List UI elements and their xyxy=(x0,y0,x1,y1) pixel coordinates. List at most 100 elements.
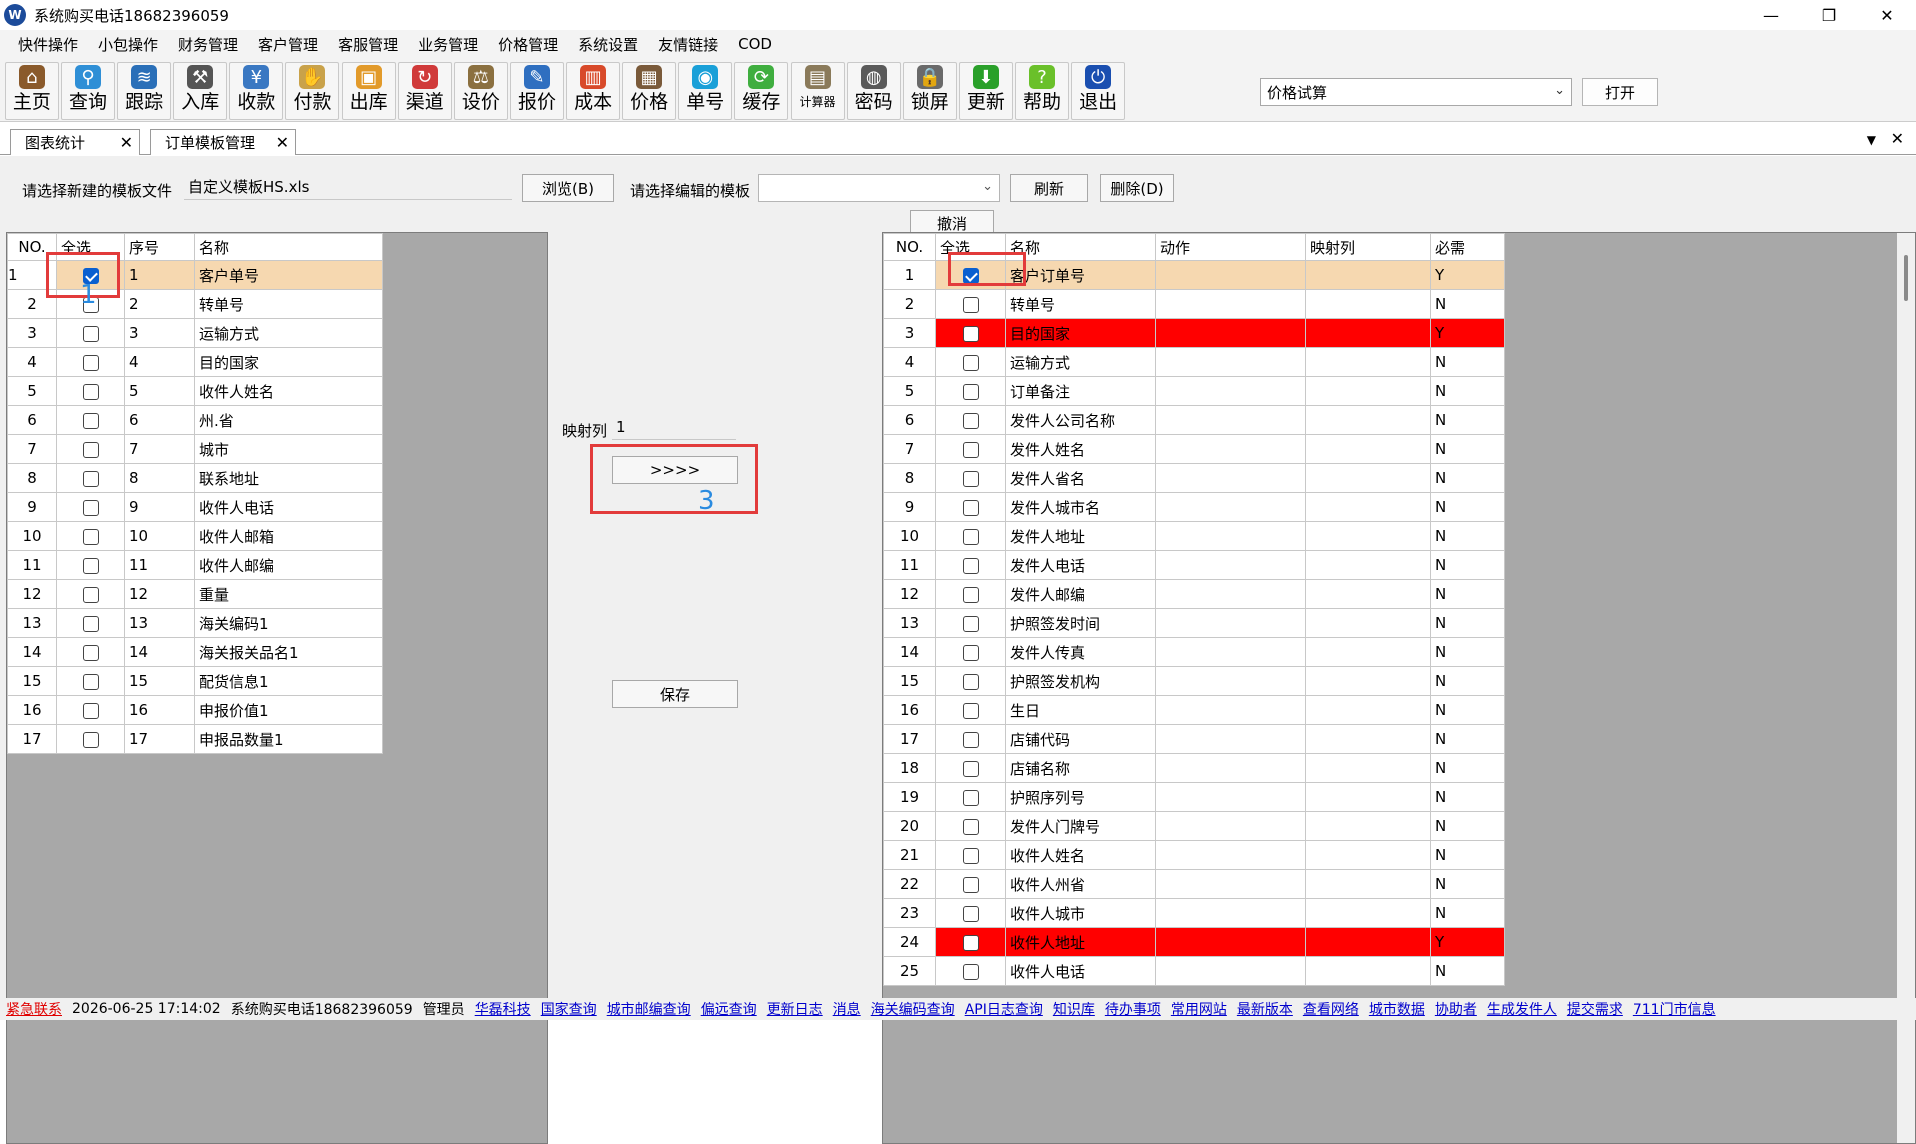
row-checkbox[interactable] xyxy=(962,934,979,951)
table-row[interactable]: 10 10 收件人邮箱 xyxy=(7,521,383,551)
toolbar-button[interactable]: ≋ 跟踪 xyxy=(117,62,172,120)
row-mapping[interactable] xyxy=(1305,782,1431,812)
row-action[interactable] xyxy=(1155,666,1306,696)
row-action[interactable] xyxy=(1155,927,1306,957)
toolbar-button[interactable]: ▣ 出库 xyxy=(341,62,396,120)
table-row[interactable]: 6 发件人公司名称 N xyxy=(883,405,1505,435)
table-row[interactable]: 8 8 联系地址 xyxy=(7,463,383,493)
row-mapping[interactable] xyxy=(1305,956,1431,986)
row-action[interactable] xyxy=(1155,376,1306,406)
row-mapping[interactable] xyxy=(1305,637,1431,667)
row-checkbox[interactable] xyxy=(962,847,979,864)
status-link[interactable]: 城市邮编查询 xyxy=(607,1002,691,1018)
status-link[interactable]: 知识库 xyxy=(1053,1002,1095,1018)
tab-menu-arrow-icon[interactable]: ▼ xyxy=(1867,133,1876,147)
row-mapping[interactable] xyxy=(1305,260,1431,290)
row-mapping[interactable] xyxy=(1305,898,1431,928)
table-row[interactable]: 11 发件人电话 N xyxy=(883,550,1505,580)
status-link[interactable]: 国家查询 xyxy=(541,1002,597,1018)
table-row[interactable]: 18 店铺名称 N xyxy=(883,753,1505,783)
row-checkbox[interactable] xyxy=(82,644,99,661)
menu-item[interactable]: 系统设置 xyxy=(568,34,648,55)
row-action[interactable] xyxy=(1155,753,1306,783)
row-checkbox[interactable] xyxy=(962,818,979,835)
delete-button[interactable]: 删除(D) xyxy=(1100,174,1174,202)
row-mapping[interactable] xyxy=(1305,434,1431,464)
status-link[interactable]: 提交需求 xyxy=(1567,1002,1623,1018)
table-row[interactable]: 23 收件人城市 N xyxy=(883,898,1505,928)
status-link[interactable]: API日志查询 xyxy=(965,1002,1043,1018)
menu-item[interactable]: 客户管理 xyxy=(248,34,328,55)
row-checkbox[interactable] xyxy=(962,789,979,806)
table-row[interactable]: 17 店铺代码 N xyxy=(883,724,1505,754)
table-row[interactable]: 14 14 海关报关品名1 xyxy=(7,637,383,667)
row-mapping[interactable] xyxy=(1305,405,1431,435)
table-row[interactable]: 5 5 收件人姓名 xyxy=(7,376,383,406)
toolbar-button[interactable]: ◉ 单号 xyxy=(678,62,733,120)
row-action[interactable] xyxy=(1155,695,1306,725)
row-checkbox[interactable] xyxy=(962,702,979,719)
toolbar-button[interactable]: ▥ 成本 xyxy=(566,62,621,120)
row-checkbox[interactable] xyxy=(962,499,979,516)
row-action[interactable] xyxy=(1155,289,1306,319)
row-checkbox[interactable] xyxy=(962,557,979,574)
toolbar-button[interactable]: ⟳ 缓存 xyxy=(734,62,789,120)
status-link[interactable]: 更新日志 xyxy=(767,1002,823,1018)
refresh-button[interactable]: 刷新 xyxy=(1010,174,1088,202)
row-checkbox[interactable] xyxy=(962,325,979,342)
close-window-button[interactable]: ✕ xyxy=(1858,0,1916,30)
close-tab-icon[interactable]: ✕ xyxy=(276,133,289,152)
row-checkbox[interactable] xyxy=(962,876,979,893)
table-row[interactable]: 10 发件人地址 N xyxy=(883,521,1505,551)
row-checkbox[interactable] xyxy=(962,760,979,777)
row-checkbox[interactable] xyxy=(82,528,99,545)
row-action[interactable] xyxy=(1155,869,1306,899)
row-mapping[interactable] xyxy=(1305,521,1431,551)
row-checkbox[interactable] xyxy=(82,412,99,429)
row-checkbox[interactable] xyxy=(962,354,979,371)
row-mapping[interactable] xyxy=(1305,550,1431,580)
row-mapping[interactable] xyxy=(1305,927,1431,957)
row-checkbox[interactable] xyxy=(82,702,99,719)
table-row[interactable]: 7 发件人姓名 N xyxy=(883,434,1505,464)
open-button[interactable]: 打开 xyxy=(1582,78,1658,106)
row-checkbox[interactable] xyxy=(962,412,979,429)
toolbar-button[interactable]: ▤ 计算器 xyxy=(790,62,845,120)
row-checkbox[interactable] xyxy=(962,731,979,748)
toolbar-button[interactable]: ⏻ 退出 xyxy=(1071,62,1126,120)
table-row[interactable]: 25 收件人电话 N xyxy=(883,956,1505,986)
row-action[interactable] xyxy=(1155,608,1306,638)
row-action[interactable] xyxy=(1155,318,1306,348)
table-row[interactable]: 22 收件人州省 N xyxy=(883,869,1505,899)
row-checkbox[interactable] xyxy=(82,325,99,342)
menu-item[interactable]: 小包操作 xyxy=(88,34,168,55)
table-row[interactable]: 7 7 城市 xyxy=(7,434,383,464)
row-mapping[interactable] xyxy=(1305,579,1431,609)
status-link[interactable]: 常用网站 xyxy=(1171,1002,1227,1018)
status-link[interactable]: 查看网络 xyxy=(1303,1002,1359,1018)
close-all-tabs-icon[interactable]: ✕ xyxy=(1891,129,1904,148)
row-mapping[interactable] xyxy=(1305,347,1431,377)
toolbar-button[interactable]: ✎ 报价 xyxy=(509,62,564,120)
table-row[interactable]: 20 发件人门牌号 N xyxy=(883,811,1505,841)
table-row[interactable]: 16 生日 N xyxy=(883,695,1505,725)
table-row[interactable]: 14 发件人传真 N xyxy=(883,637,1505,667)
row-mapping[interactable] xyxy=(1305,666,1431,696)
toolbar-button[interactable]: ⌂ 主页 xyxy=(4,62,59,120)
toolbar-button[interactable]: ▦ 价格 xyxy=(622,62,677,120)
row-mapping[interactable] xyxy=(1305,869,1431,899)
row-action[interactable] xyxy=(1155,492,1306,522)
toolbar-button[interactable]: ⚖ 设价 xyxy=(453,62,508,120)
row-checkbox[interactable] xyxy=(962,383,979,400)
row-checkbox[interactable] xyxy=(82,470,99,487)
table-row[interactable]: 4 运输方式 N xyxy=(883,347,1505,377)
table-row[interactable]: 15 15 配货信息1 xyxy=(7,666,383,696)
menu-item[interactable]: 友情链接 xyxy=(648,34,728,55)
row-checkbox[interactable] xyxy=(82,354,99,371)
row-action[interactable] xyxy=(1155,724,1306,754)
table-row[interactable]: 12 12 重量 xyxy=(7,579,383,609)
table-row[interactable]: 9 发件人城市名 N xyxy=(883,492,1505,522)
row-action[interactable] xyxy=(1155,956,1306,986)
toolbar-button[interactable]: ↻ 渠道 xyxy=(397,62,452,120)
status-link[interactable]: 城市数据 xyxy=(1369,1002,1425,1018)
